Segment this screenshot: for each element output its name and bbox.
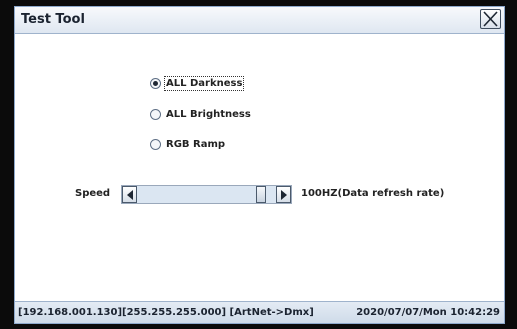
window-title: Test Tool (21, 12, 85, 27)
radio-button[interactable] (150, 139, 161, 150)
radio-label-rgb-ramp: RGB Ramp (166, 139, 226, 150)
radio-button[interactable] (150, 109, 161, 120)
radio-button-checked[interactable] (150, 78, 161, 89)
slider-increase-button[interactable] (276, 186, 291, 203)
network-status: [192.168.001.130][255.255.255.000] [ArtN… (18, 307, 314, 318)
slider-decrease-button[interactable] (122, 186, 137, 203)
datetime-status: 2020/07/07/Mon 10:42:29 (356, 307, 500, 318)
test-tool-window: Test Tool ALL Darkness ALL Brightness RG… (14, 6, 505, 324)
title-bar: Test Tool (15, 7, 504, 34)
slider-thumb[interactable] (255, 186, 266, 203)
close-icon (483, 11, 498, 27)
radio-label-all-brightness: ALL Brightness (166, 109, 251, 120)
close-button[interactable] (480, 9, 501, 29)
refresh-rate-value: 100HZ(Data refresh rate) (301, 188, 445, 199)
triangle-left-icon (127, 190, 133, 200)
radio-label-all-darkness: ALL Darkness (164, 76, 245, 91)
speed-slider[interactable] (121, 185, 292, 204)
triangle-right-icon (281, 190, 287, 200)
status-bar: [192.168.001.130][255.255.255.000] [ArtN… (15, 301, 504, 323)
content-area: ALL Darkness ALL Brightness RGB Ramp Spe… (15, 34, 504, 301)
speed-label: Speed (75, 188, 111, 199)
